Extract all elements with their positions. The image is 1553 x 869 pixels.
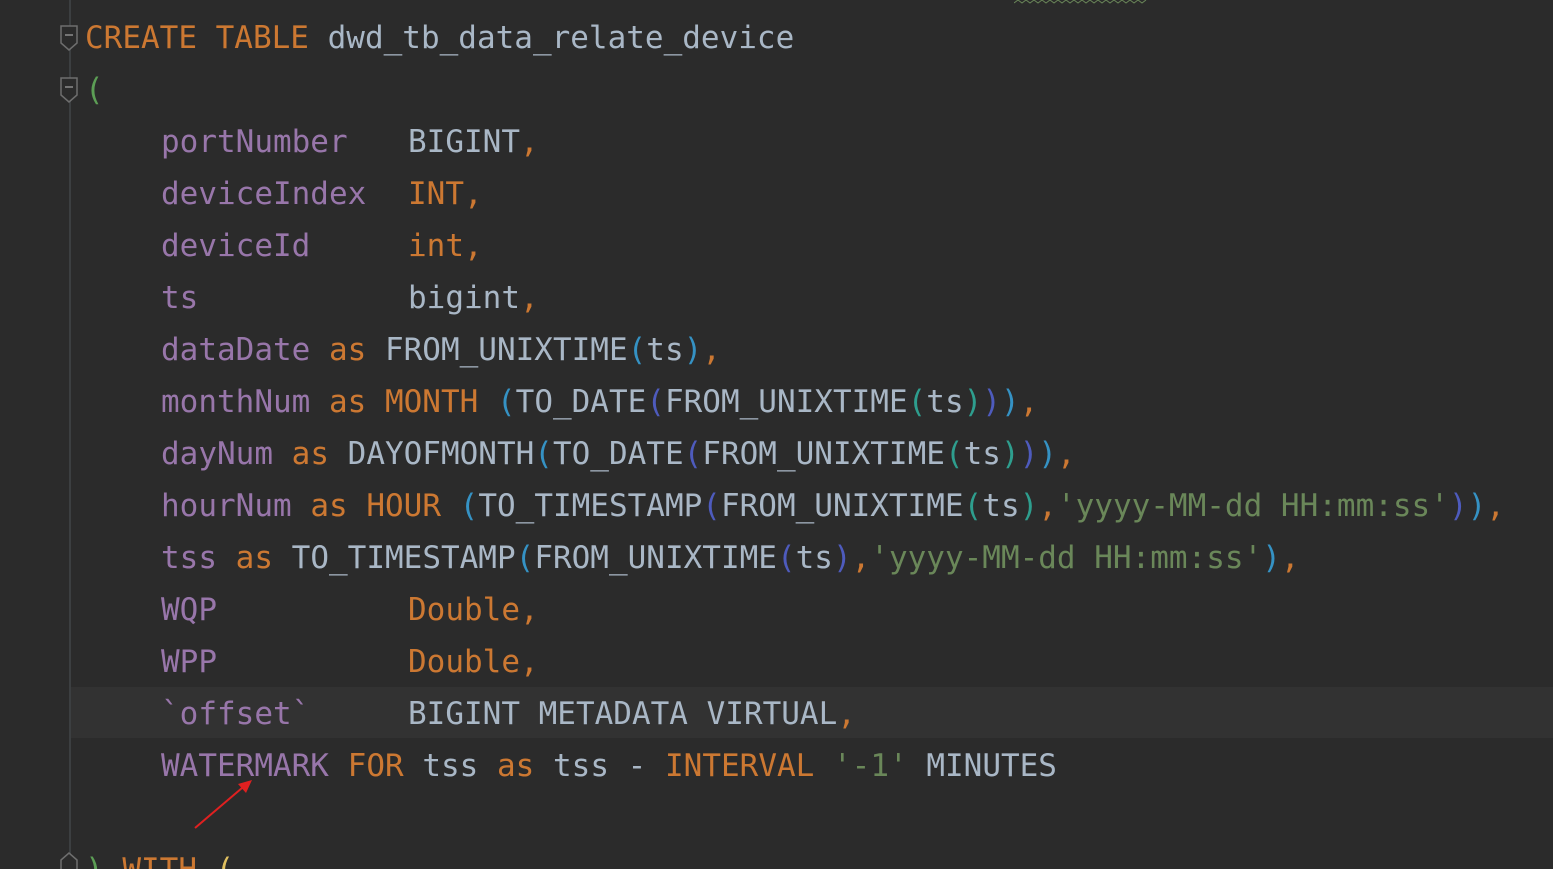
column-name: `offset` [161, 696, 311, 732]
code-line-8[interactable]: monthNum as MONTH (TO_DATE(FROM_UNIXTIME… [161, 376, 1038, 428]
code-line-16[interactable]: ) WITH ( [85, 844, 234, 869]
interval-value: '-1' [833, 748, 908, 784]
column-name: WPP [161, 644, 217, 680]
code-line-10[interactable]: hourNum as HOUR (TO_TIMESTAMP(FROM_UNIXT… [161, 480, 1505, 532]
keyword: as [328, 384, 367, 420]
argument: ts [795, 540, 833, 576]
code-line-2[interactable]: ( [85, 64, 104, 116]
keyword: CREATE TABLE [85, 20, 309, 56]
keyword: INTERVAL [665, 748, 815, 784]
keyword: as [328, 332, 367, 368]
code-line-15[interactable]: WATERMARK FOR tss as tss - INTERVAL '-1'… [161, 740, 1057, 792]
code-line-7[interactable]: dataDate as FROM_UNIXTIME(ts), [161, 324, 721, 376]
column-name: tss [161, 540, 217, 576]
fold-collapse-icon[interactable] [60, 25, 78, 51]
column-name: WQP [161, 592, 217, 628]
column-name: dayNum [161, 436, 273, 472]
function-name: DAYOFMONTH [347, 436, 535, 472]
keyword: WITH [122, 852, 197, 869]
column-name: dataDate [161, 332, 311, 368]
code-line-5[interactable]: deviceId int, [161, 220, 483, 272]
code-line-6[interactable]: ts bigint, [161, 272, 539, 324]
interval-unit: MINUTES [926, 748, 1057, 784]
comma: , [1019, 384, 1039, 420]
code-line-1[interactable]: CREATE TABLE dwd_tb_data_relate_device [85, 12, 794, 64]
function-name: FROM_UNIXTIME [384, 332, 628, 368]
column-name: deviceId [161, 228, 311, 264]
paren: ( [216, 852, 235, 869]
column-name: deviceIndex [161, 176, 367, 212]
column-type: int [408, 228, 464, 264]
code-line-14[interactable]: `offset` BIGINT METADATA VIRTUAL, [161, 688, 856, 740]
comma: , [519, 124, 539, 160]
paren: ) [85, 852, 104, 869]
column-type: bigint [408, 280, 520, 316]
identifier: tss [422, 748, 479, 784]
fold-expand-icon[interactable] [60, 852, 78, 869]
format-string: 'yyyy-MM-dd HH:mm:ss' [1056, 488, 1449, 524]
column-type: BIGINT METADATA VIRTUAL [408, 696, 838, 732]
keyword: FOR [347, 748, 404, 784]
function-name: TO_TIMESTAMP [291, 540, 516, 576]
function-name: TO_DATE [552, 436, 684, 472]
function-name: FROM_UNIXTIME [702, 436, 945, 472]
argument: ts [646, 332, 684, 368]
comma: , [519, 644, 539, 680]
function-name: HOUR [366, 488, 441, 524]
format-string: 'yyyy-MM-dd HH:mm:ss' [870, 540, 1263, 576]
code-line-9[interactable]: dayNum as DAYOFMONTH(TO_DATE(FROM_UNIXTI… [161, 428, 1076, 480]
column-type: Double [408, 592, 520, 628]
fold-collapse-icon[interactable] [60, 77, 78, 103]
comma: , [519, 280, 539, 316]
identifier: tss [553, 748, 609, 784]
column-name: hourNum [161, 488, 292, 524]
column-type: Double [408, 644, 520, 680]
argument: ts [926, 384, 964, 420]
warning-squiggle [1014, 0, 1147, 4]
column-name: monthNum [161, 384, 311, 420]
comma: , [464, 176, 483, 212]
argument: ts [963, 436, 1001, 472]
comma: , [464, 228, 483, 264]
paren: ( [85, 72, 104, 108]
keyword: as [291, 436, 329, 472]
comma: , [1486, 488, 1505, 524]
code-line-4[interactable]: deviceIndex INT, [161, 168, 483, 220]
function-name: TO_DATE [515, 384, 647, 420]
function-name: TO_TIMESTAMP [478, 488, 703, 524]
gutter-border [69, 0, 71, 869]
column-name: ts [161, 280, 199, 316]
function-name: FROM_UNIXTIME [720, 488, 964, 524]
function-name: MONTH [384, 384, 479, 420]
code-editor[interactable]: CREATE TABLE dwd_tb_data_relate_device (… [0, 0, 1553, 869]
column-name: portNumber [161, 124, 348, 160]
comma: , [702, 332, 721, 368]
column-type: INT [408, 176, 464, 212]
comma: , [1280, 540, 1300, 576]
code-line-3[interactable]: portNumber BIGINT, [161, 116, 539, 168]
comma: , [1056, 436, 1076, 472]
function-name: FROM_UNIXTIME [534, 540, 777, 576]
column-type: BIGINT [408, 124, 520, 160]
keyword: as [497, 748, 535, 784]
code-line-12[interactable]: WQP Double, [161, 584, 539, 636]
code-line-11[interactable]: tss as TO_TIMESTAMP(FROM_UNIXTIME(ts),'y… [161, 532, 1300, 584]
keyword: as [235, 540, 273, 576]
operator: - [627, 748, 647, 784]
comma: , [519, 592, 539, 628]
argument: ts [982, 488, 1020, 524]
code-line-13[interactable]: WPP Double, [161, 636, 539, 688]
function-name: FROM_UNIXTIME [664, 384, 908, 420]
keyword: as [310, 488, 348, 524]
table-name: dwd_tb_data_relate_device [327, 20, 795, 56]
annotation-arrow-icon [194, 780, 252, 829]
comma: , [837, 696, 856, 732]
